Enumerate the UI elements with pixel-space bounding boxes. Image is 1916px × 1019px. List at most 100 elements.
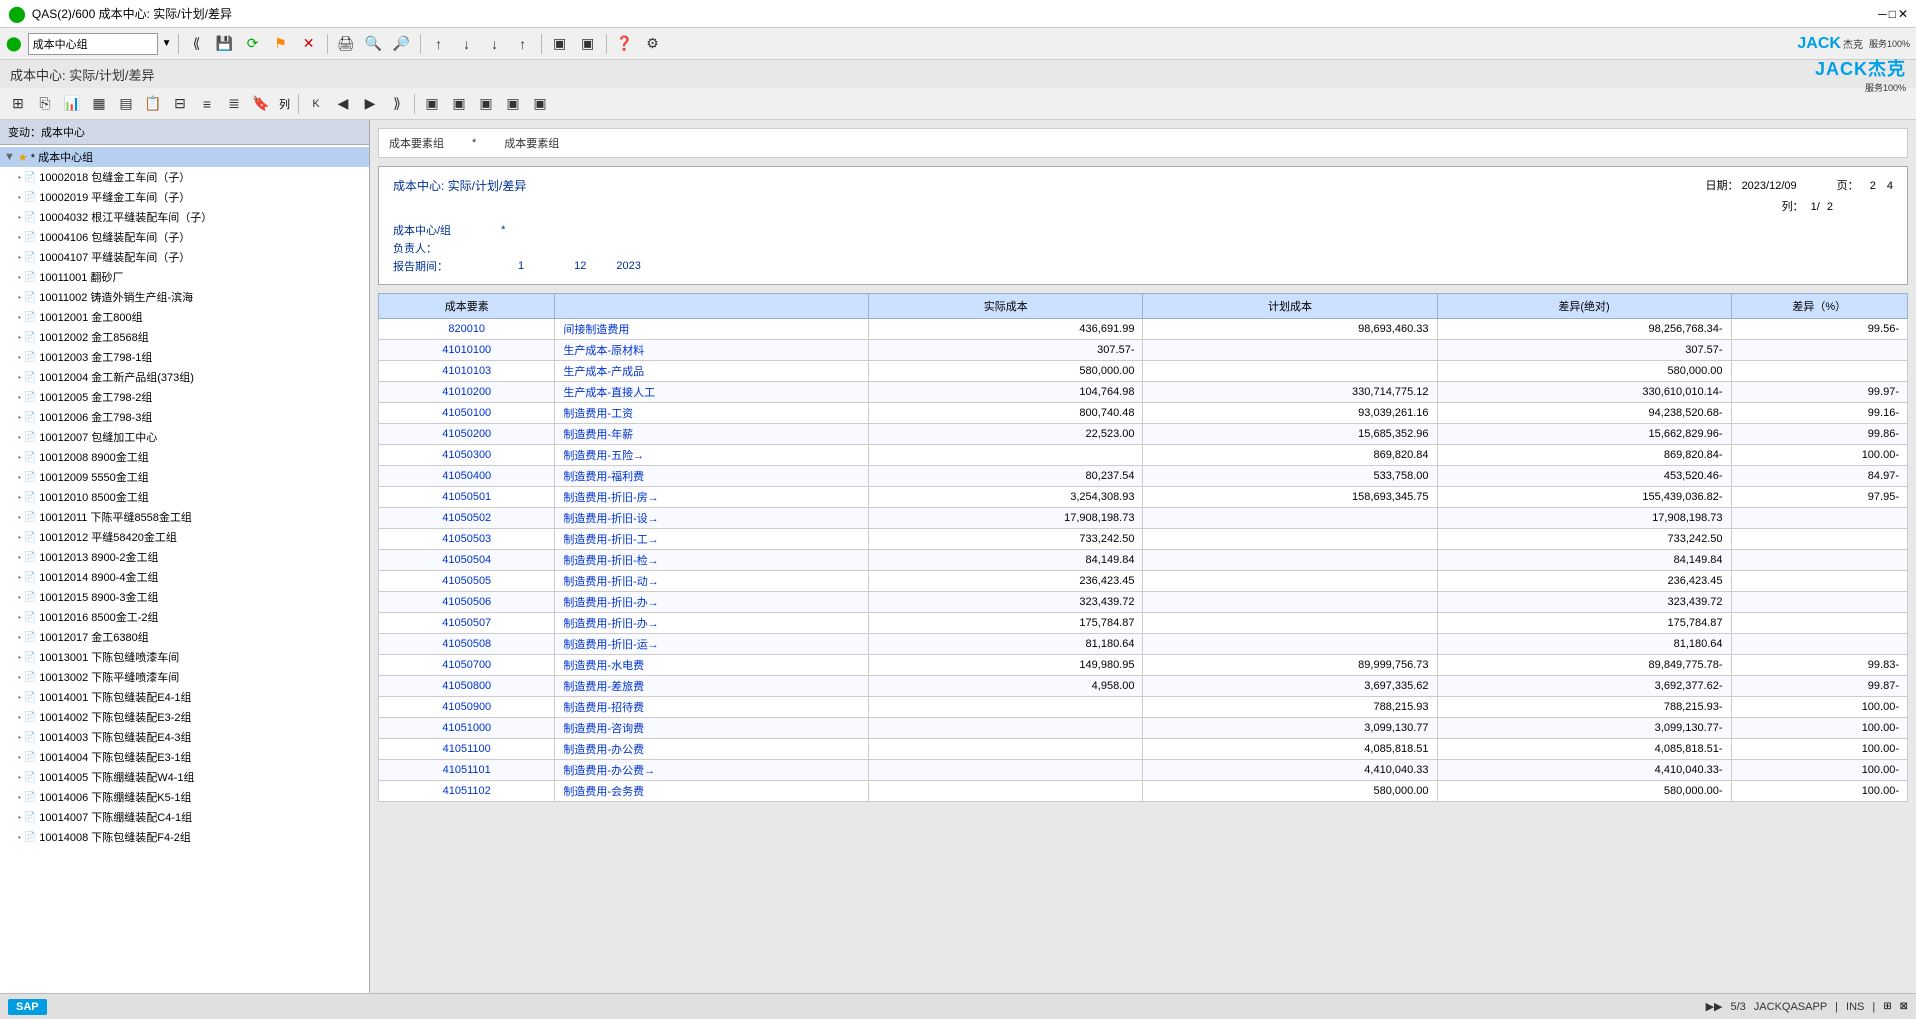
table-row[interactable]: 41010200 生产成本-直接人工 104,764.98 330,714,77… bbox=[379, 382, 1908, 403]
tree-item-10014003[interactable]: • 📄 10014003 下陈包缝装配E4-3组 bbox=[0, 727, 369, 747]
table-row[interactable]: 41050508 制造费用-折旧-运→ 81,180.64 81,180.64 bbox=[379, 634, 1908, 655]
table-row[interactable]: 41050504 制造费用-折旧-检→ 84,149.84 84,149.84 bbox=[379, 550, 1908, 571]
tree-item-10012004[interactable]: • 📄 10012004 金工新产品组(373组) bbox=[0, 367, 369, 387]
table-row[interactable]: 41050200 制造费用-年薪 22,523.00 15,685,352.96… bbox=[379, 424, 1908, 445]
close-btn[interactable]: ✕ bbox=[1898, 7, 1908, 21]
table-row[interactable]: 41010103 生产成本-产成品 580,000.00 580,000.00 bbox=[379, 361, 1908, 382]
tb2-btn13[interactable]: ▣ bbox=[501, 92, 525, 116]
table-row[interactable]: 41050800 制造费用-差旅费 4,958.00 3,697,335.62 … bbox=[379, 676, 1908, 697]
print-btn[interactable]: 🖨 bbox=[334, 32, 358, 56]
table-row[interactable]: 41050501 制造费用-折旧-房→ 3,254,308.93 158,693… bbox=[379, 487, 1908, 508]
table-row[interactable]: 41050700 制造费用-水电费 149,980.95 89,999,756.… bbox=[379, 655, 1908, 676]
tree-item-10012008[interactable]: • 📄 10012008 8900金工组 bbox=[0, 447, 369, 467]
tree-item-10002018[interactable]: • 📄 10002018 包缝金工车间（子） bbox=[0, 167, 369, 187]
tb2-btn12[interactable]: ▣ bbox=[474, 92, 498, 116]
tree-item-10014005[interactable]: • 📄 10014005 下陈绷缝装配W4-1组 bbox=[0, 767, 369, 787]
tb2-btn2[interactable]: ⎘ bbox=[33, 92, 57, 116]
tree-item-10004106[interactable]: • 📄 10004106 包缝装配车间（子） bbox=[0, 227, 369, 247]
table-row[interactable]: 41050503 制造费用-折旧-工→ 733,242.50 733,242.5… bbox=[379, 529, 1908, 550]
find2-btn[interactable]: 🔎 bbox=[390, 32, 414, 56]
tb2-btn5[interactable]: ▤ bbox=[114, 92, 138, 116]
tree-item-10012010[interactable]: • 📄 10012010 8500金工组 bbox=[0, 487, 369, 507]
tree-item-10004032[interactable]: • 📄 10004032 根江平缝装配车间（子） bbox=[0, 207, 369, 227]
status-btn2[interactable]: ⊠ bbox=[1900, 1001, 1908, 1012]
tree-item-10012007[interactable]: • 📄 10012007 包缝加工中心 bbox=[0, 427, 369, 447]
tree-item-10014008[interactable]: • 📄 10014008 下陈包缝装配F4-2组 bbox=[0, 827, 369, 847]
tree-item-10011002[interactable]: • 📄 10011002 铸造外销生产组-滨海 bbox=[0, 287, 369, 307]
back-btn[interactable]: ⟪ bbox=[185, 32, 209, 56]
table-row[interactable]: 41050507 制造费用-折旧-办→ 175,784.87 175,784.8… bbox=[379, 613, 1908, 634]
tree-item-10014007[interactable]: • 📄 10014007 下陈绷缝装配C4-1组 bbox=[0, 807, 369, 827]
tree-item-10012017[interactable]: • 📄 10012017 金工6380组 bbox=[0, 627, 369, 647]
tb2-btn14[interactable]: ▣ bbox=[528, 92, 552, 116]
tb2-btn4[interactable]: ▦ bbox=[87, 92, 111, 116]
table-row[interactable]: 41010100 生产成本-原材料 307.57- 307.57- bbox=[379, 340, 1908, 361]
left-btn[interactable]: ↓ bbox=[483, 32, 507, 56]
tb2-btn9[interactable]: ≣ bbox=[222, 92, 246, 116]
tree-item-10012005[interactable]: • 📄 10012005 金工798-2组 bbox=[0, 387, 369, 407]
nav-next[interactable]: ▶ bbox=[358, 92, 382, 116]
hold-btn[interactable]: ⚑ bbox=[269, 32, 293, 56]
tree-item-10012009[interactable]: • 📄 10012009 5550金工组 bbox=[0, 467, 369, 487]
table-row[interactable]: 41050506 制造费用-折旧-办→ 323,439.72 323,439.7… bbox=[379, 592, 1908, 613]
table-row[interactable]: 41051101 制造费用-办公费→ 4,410,040.33 4,410,04… bbox=[379, 760, 1908, 781]
settings-btn[interactable]: ⚙ bbox=[641, 32, 665, 56]
view2-btn[interactable]: ▣ bbox=[576, 32, 600, 56]
tree-item-10012006[interactable]: • 📄 10012006 金工798-3组 bbox=[0, 407, 369, 427]
tree-item-10014004[interactable]: • 📄 10014004 下陈包缝装配E3-1组 bbox=[0, 747, 369, 767]
table-row[interactable]: 41050502 制造费用-折旧-设→ 17,908,198.73 17,908… bbox=[379, 508, 1908, 529]
find-btn[interactable]: 🔍 bbox=[362, 32, 386, 56]
enter-btn[interactable]: ⟳ bbox=[241, 32, 265, 56]
tb2-btn6[interactable]: 📋 bbox=[141, 92, 165, 116]
down-btn[interactable]: ↓ bbox=[455, 32, 479, 56]
tb2-btn3[interactable]: 📊 bbox=[60, 92, 84, 116]
view-btn[interactable]: ▣ bbox=[548, 32, 572, 56]
tree-item-10011001[interactable]: • 📄 10011001 翻砂厂 bbox=[0, 267, 369, 287]
tree-item-root[interactable]: ▼ ★ * 成本中心组 bbox=[0, 147, 369, 167]
tree-item-10012003[interactable]: • 📄 10012003 金工798-1组 bbox=[0, 347, 369, 367]
tree-item-10014001[interactable]: • 📄 10014001 下陈包缝装配E4-1组 bbox=[0, 687, 369, 707]
minimize-btn[interactable]: ─ bbox=[1878, 7, 1887, 21]
tree-item-10012001[interactable]: • 📄 10012001 金工800组 bbox=[0, 307, 369, 327]
tb2-btn1[interactable]: ⊞ bbox=[6, 92, 30, 116]
tree-item-10012011[interactable]: • 📄 10012011 下陈平缝8558金工组 bbox=[0, 507, 369, 527]
table-row[interactable]: 41050400 制造费用-福利费 80,237.54 533,758.00 4… bbox=[379, 466, 1908, 487]
tree-item-10014006[interactable]: • 📄 10014006 下陈绷缝装配K5-1组 bbox=[0, 787, 369, 807]
nav-combo[interactable] bbox=[28, 33, 158, 55]
right-btn[interactable]: ↑ bbox=[511, 32, 535, 56]
tb2-btn8[interactable]: ≡ bbox=[195, 92, 219, 116]
tree-item-10004107[interactable]: • 📄 10004107 平缝装配车间（子） bbox=[0, 247, 369, 267]
tree-item-10013001[interactable]: • 📄 10013001 下陈包缝喷漆车间 bbox=[0, 647, 369, 667]
table-row[interactable]: 41051000 制造费用-咨询费 3,099,130.77 3,099,130… bbox=[379, 718, 1908, 739]
tree-item-10012016[interactable]: • 📄 10012016 8500金工-2组 bbox=[0, 607, 369, 627]
table-row[interactable]: 41051102 制造费用-会务费 580,000.00 580,000.00-… bbox=[379, 781, 1908, 802]
up-btn[interactable]: ↑ bbox=[427, 32, 451, 56]
table-row[interactable]: 41050100 制造费用-工资 800,740.48 93,039,261.1… bbox=[379, 403, 1908, 424]
help-btn[interactable]: ❓ bbox=[613, 32, 637, 56]
tb2-btn7[interactable]: ⊟ bbox=[168, 92, 192, 116]
table-row[interactable]: 41050505 制造费用-折旧-动→ 236,423.45 236,423.4… bbox=[379, 571, 1908, 592]
tree-item-10013002[interactable]: • 📄 10013002 下陈平缝喷漆车间 bbox=[0, 667, 369, 687]
table-row[interactable]: 41050300 制造费用-五险→ 869,820.84 869,820.84-… bbox=[379, 445, 1908, 466]
table-row[interactable]: 41051100 制造费用-办公费 4,085,818.51 4,085,818… bbox=[379, 739, 1908, 760]
tree-item-10012012[interactable]: • 📄 10012012 平缝58420金工组 bbox=[0, 527, 369, 547]
tb2-btn10[interactable]: ▣ bbox=[420, 92, 444, 116]
tree-item-10012013[interactable]: • 📄 10012013 8900-2金工组 bbox=[0, 547, 369, 567]
stop-btn[interactable]: ✕ bbox=[297, 32, 321, 56]
maximize-btn[interactable]: □ bbox=[1889, 7, 1896, 21]
nav-prev[interactable]: ◀ bbox=[331, 92, 355, 116]
tb2-bookmark[interactable]: 🔖 bbox=[249, 92, 273, 116]
table-row[interactable]: 41050900 制造费用-招待费 788,215.93 788,215.93-… bbox=[379, 697, 1908, 718]
tree-item-10012015[interactable]: • 📄 10012015 8900-3金工组 bbox=[0, 587, 369, 607]
tree-item-10012002[interactable]: • 📄 10012002 金工8568组 bbox=[0, 327, 369, 347]
status-btn1[interactable]: ⊞ bbox=[1883, 1001, 1891, 1012]
table-row[interactable]: 820010 间接制造费用 436,691.99 98,693,460.33 9… bbox=[379, 319, 1908, 340]
tree-item-10012014[interactable]: • 📄 10012014 8900-4金工组 bbox=[0, 567, 369, 587]
sidebar-tree[interactable]: ▼ ★ * 成本中心组 • 📄 10002018 包缝金工车间（子） • 📄 1… bbox=[0, 145, 369, 993]
nav-first[interactable]: K bbox=[304, 92, 328, 116]
nav-last[interactable]: ⟫ bbox=[385, 92, 409, 116]
tree-item-10002019[interactable]: • 📄 10002019 平缝金工车间（子） bbox=[0, 187, 369, 207]
combo-arrow[interactable]: ▼ bbox=[162, 38, 172, 49]
save-btn[interactable]: 💾 bbox=[213, 32, 237, 56]
tb2-btn11[interactable]: ▣ bbox=[447, 92, 471, 116]
